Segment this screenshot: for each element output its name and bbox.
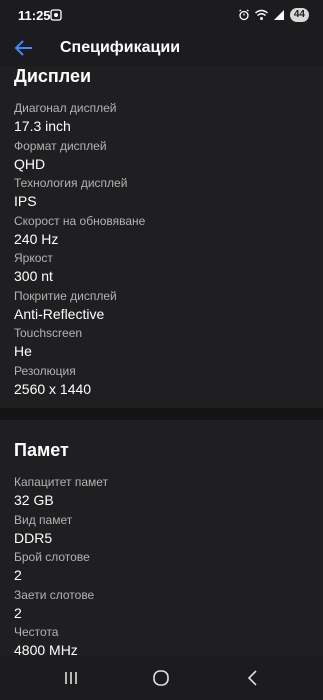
spec-value: 17.3 inch	[14, 118, 71, 134]
spec-value: 2	[14, 567, 22, 583]
spec-value: IPS	[14, 193, 37, 209]
spec-value: 2	[14, 605, 22, 621]
system-nav-bar	[0, 656, 323, 700]
spec-label: Формат дисплей	[14, 139, 107, 153]
spec-label: Скорост на обновяване	[14, 214, 146, 228]
spec-value: QHD	[14, 156, 46, 172]
spec-value: 32 GB	[14, 492, 54, 508]
spec-label: Покритие дисплей	[14, 289, 117, 303]
back-chevron-icon[interactable]	[243, 668, 263, 688]
section-memory: Памет Капацитет памет 32 GB Вид памет DD…	[0, 420, 323, 656]
screenshot-icon	[50, 9, 62, 21]
signal-icon	[273, 10, 284, 20]
section-title-memory: Памет	[14, 440, 69, 460]
spec-value: Anti-Reflective	[14, 306, 105, 322]
spec-value: 240 Hz	[14, 231, 59, 247]
section-divider	[0, 408, 323, 420]
section-title-displays: Дисплеи	[14, 66, 92, 86]
recents-icon[interactable]	[61, 668, 81, 688]
specs-content[interactable]: Дисплеи Диагонал дисплей 17.3 inch Форма…	[0, 66, 323, 656]
spec-label: Резолюция	[14, 364, 76, 378]
status-icons: 44	[238, 7, 309, 23]
home-icon[interactable]	[151, 668, 171, 688]
spec-label: Touchscreen	[14, 326, 83, 340]
battery-badge: 44	[289, 8, 309, 22]
spec-label: Заети слотове	[14, 588, 95, 602]
wifi-icon	[254, 9, 268, 20]
page-title: Спецификации	[60, 39, 181, 56]
spec-value: 2560 x 1440	[14, 381, 92, 397]
spec-value: 300 nt	[14, 268, 53, 284]
spec-value: 4800 MHz	[14, 642, 78, 656]
section-displays: Дисплеи Диагонал дисплей 17.3 inch Форма…	[0, 66, 323, 408]
status-time: 11:25	[18, 8, 51, 23]
spec-label: Капацитет памет	[14, 475, 109, 489]
spec-label: Честота	[14, 625, 59, 639]
spec-label: Яркост	[14, 251, 53, 265]
status-bar: 11:25 44	[0, 0, 323, 30]
spec-value: DDR5	[14, 530, 53, 546]
spec-value: Не	[14, 343, 32, 359]
spec-label: Вид памет	[14, 513, 73, 527]
app-bar: Спецификации	[0, 30, 323, 66]
spec-label: Брой слотове	[14, 550, 90, 564]
spec-label: Технология дисплей	[14, 176, 128, 190]
alarm-icon	[239, 9, 249, 21]
back-arrow-icon[interactable]	[12, 36, 36, 60]
spec-label: Диагонал дисплей	[14, 101, 117, 115]
